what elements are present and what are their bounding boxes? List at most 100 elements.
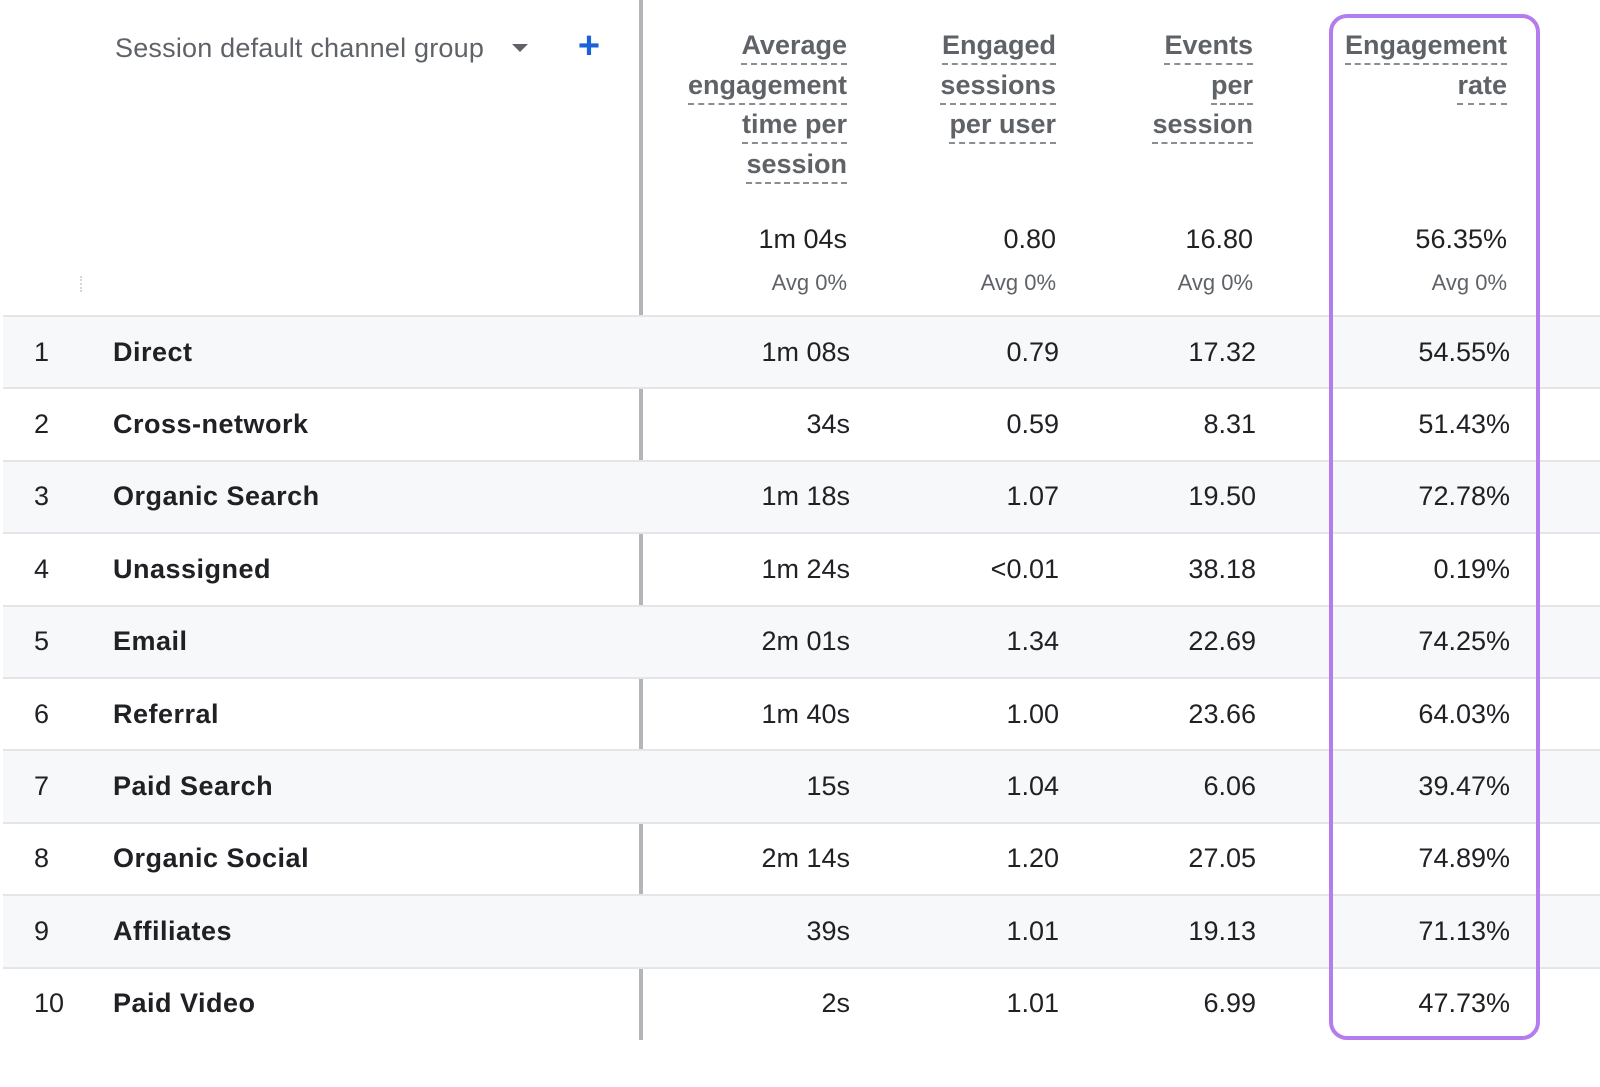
cell-engagement-rate: 51.43% — [1418, 409, 1510, 440]
row-channel-name: Email — [113, 626, 188, 657]
table-row[interactable]: 6 Referral 1m 40s 1.00 23.66 64.03% — [3, 676, 1600, 749]
header-line: time per — [741, 107, 847, 144]
table-row[interactable]: 7 Paid Search 15s 1.04 6.06 39.47% — [3, 749, 1600, 822]
cell-avg-engagement-time: 34s — [806, 409, 850, 440]
header-engaged-sessions-per-user[interactable]: Engaged sessions per user — [940, 26, 1056, 145]
cell-events-per-session: 17.32 — [1188, 336, 1256, 367]
row-index: 3 — [34, 481, 50, 512]
row-channel-name: Referral — [113, 698, 220, 729]
total-sub-events-per-session: Avg 0% — [1177, 270, 1253, 295]
cell-engaged-sessions-per-user: 1.01 — [1006, 915, 1059, 946]
header-line: rate — [1457, 68, 1507, 105]
total-sub-engagement-rate: Avg 0% — [1431, 270, 1507, 295]
cell-events-per-session: 27.05 — [1188, 843, 1256, 874]
row-index: 7 — [34, 771, 50, 802]
cell-engaged-sessions-per-user: 1.04 — [1006, 771, 1059, 802]
table-row[interactable]: 5 Email 2m 01s 1.34 22.69 74.25% — [3, 604, 1600, 677]
header-line: Average — [741, 28, 847, 65]
cell-events-per-session: 19.13 — [1188, 915, 1256, 946]
row-index: 9 — [34, 915, 50, 946]
cell-engagement-rate: 39.47% — [1418, 771, 1510, 802]
plus-icon[interactable]: + — [574, 27, 604, 65]
table-row[interactable]: 4 Unassigned 1m 24s <0.01 38.18 0.19% — [3, 532, 1600, 604]
row-channel-name: Organic Search — [113, 481, 320, 512]
row-channel-name: Unassigned — [113, 553, 272, 584]
header-line: Engagement — [1344, 28, 1507, 65]
table-row[interactable]: 8 Organic Social 2m 14s 1.20 27.05 74.89… — [3, 821, 1600, 894]
total-sub-engaged-sessions-per-user: Avg 0% — [980, 270, 1056, 295]
dimension-label: Session default channel group — [115, 32, 485, 63]
row-index: 8 — [34, 843, 50, 874]
cell-avg-engagement-time: 15s — [806, 771, 850, 802]
cell-avg-engagement-time: 1m 08s — [761, 336, 850, 367]
row-index: 5 — [34, 626, 50, 657]
header-line: session — [1152, 107, 1253, 144]
header-events-per-session[interactable]: Events per session — [1152, 26, 1253, 145]
cell-engaged-sessions-per-user: 1.07 — [1006, 481, 1059, 512]
header-line: per — [1210, 68, 1253, 105]
row-index: 10 — [34, 988, 65, 1019]
table-row[interactable]: 9 Affiliates 39s 1.01 19.13 71.13% — [3, 894, 1600, 967]
cell-engagement-rate: 71.13% — [1418, 915, 1510, 946]
total-engagement-rate: 56.35% — [1415, 224, 1507, 254]
total-events-per-session: 16.80 — [1185, 224, 1253, 254]
header-line: session — [746, 147, 847, 184]
cell-events-per-session: 6.06 — [1203, 771, 1256, 802]
cell-events-per-session: 23.66 — [1188, 698, 1256, 729]
table-body: 1 Direct 1m 08s 0.79 17.32 54.55% 2 Cros… — [3, 315, 1600, 1039]
cell-engagement-rate: 72.78% — [1418, 481, 1510, 512]
row-index: 2 — [34, 409, 50, 440]
cell-engagement-rate: 47.73% — [1418, 988, 1510, 1019]
cell-events-per-session: 8.31 — [1203, 409, 1256, 440]
caret-down-icon[interactable] — [512, 44, 529, 52]
cell-engaged-sessions-per-user: <0.01 — [990, 553, 1059, 584]
row-channel-name: Affiliates — [113, 915, 233, 946]
cell-avg-engagement-time: 2s — [821, 988, 850, 1019]
cell-engagement-rate: 54.55% — [1418, 336, 1510, 367]
channel-report-table: Session default channel group + Average … — [0, 0, 1600, 1087]
row-index: 6 — [34, 698, 50, 729]
header-avg-engagement-time[interactable]: Average engagement time per session — [687, 26, 847, 184]
cell-avg-engagement-time: 2m 01s — [761, 626, 850, 657]
header-line: sessions — [940, 68, 1056, 105]
header-line: engagement — [687, 68, 847, 105]
header-line: Engaged — [941, 28, 1056, 65]
row-index: 1 — [34, 336, 50, 367]
table-row[interactable]: 10 Paid Video 2s 1.01 6.99 47.73% — [3, 966, 1600, 1039]
row-channel-name: Paid Search — [113, 771, 274, 802]
table-row[interactable]: 2 Cross-network 34s 0.59 8.31 51.43% — [3, 387, 1600, 459]
row-channel-name: Paid Video — [113, 988, 256, 1019]
row-channel-name: Organic Social — [113, 843, 310, 874]
cell-engaged-sessions-per-user: 0.59 — [1006, 409, 1059, 440]
cell-avg-engagement-time: 39s — [806, 915, 850, 946]
drag-handle-icon[interactable] — [80, 276, 83, 292]
cell-avg-engagement-time: 1m 40s — [761, 698, 850, 729]
header-engagement-rate[interactable]: Engagement rate — [1344, 26, 1507, 105]
cell-engagement-rate: 0.19% — [1433, 553, 1510, 584]
cell-engaged-sessions-per-user: 1.34 — [1006, 626, 1059, 657]
total-avg-engagement-time: 1m 04s — [758, 224, 847, 254]
cell-engagement-rate: 64.03% — [1418, 698, 1510, 729]
cell-events-per-session: 6.99 — [1203, 988, 1256, 1019]
cell-engaged-sessions-per-user: 1.01 — [1006, 988, 1059, 1019]
header-line: Events — [1164, 28, 1253, 65]
row-channel-name: Direct — [113, 336, 193, 367]
cell-events-per-session: 22.69 — [1188, 626, 1256, 657]
cell-avg-engagement-time: 2m 14s — [761, 843, 850, 874]
cell-avg-engagement-time: 1m 18s — [761, 481, 850, 512]
cell-engaged-sessions-per-user: 1.20 — [1006, 843, 1059, 874]
header-line: per user — [949, 107, 1056, 144]
row-index: 4 — [34, 553, 50, 584]
cell-events-per-session: 19.50 — [1188, 481, 1256, 512]
cell-events-per-session: 38.18 — [1188, 553, 1256, 584]
dimension-selector[interactable]: Session default channel group — [115, 30, 529, 66]
total-engaged-sessions-per-user: 0.80 — [1003, 224, 1056, 254]
cell-engaged-sessions-per-user: 0.79 — [1006, 336, 1059, 367]
cell-engagement-rate: 74.25% — [1418, 626, 1510, 657]
total-sub-avg-engagement-time: Avg 0% — [771, 270, 847, 295]
table-row[interactable]: 1 Direct 1m 08s 0.79 17.32 54.55% — [3, 315, 1600, 388]
row-channel-name: Cross-network — [113, 409, 309, 440]
cell-engagement-rate: 74.89% — [1418, 843, 1510, 874]
table-row[interactable]: 3 Organic Search 1m 18s 1.07 19.50 72.78… — [3, 459, 1600, 533]
cell-engaged-sessions-per-user: 1.00 — [1006, 698, 1059, 729]
